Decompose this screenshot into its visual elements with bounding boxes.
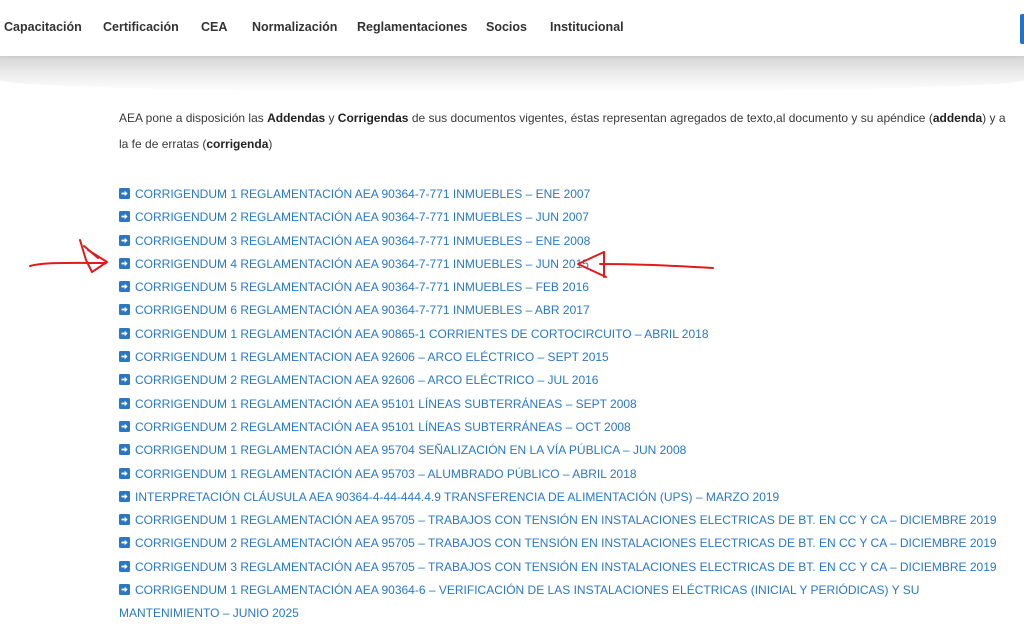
nav-item-normalizacion[interactable]: Normalización — [252, 20, 337, 34]
arrow-right-square-icon — [119, 281, 130, 293]
nav-item-socios[interactable]: Socios — [486, 20, 527, 34]
list-item-highlighted: CORRIGENDUM 4 REGLAMENTACIÓN AEA 90364-7… — [119, 253, 1009, 276]
arrow-right-square-icon — [119, 397, 130, 409]
document-link[interactable]: CORRIGENDUM 3 REGLAMENTACIÓN AEA 90364-7… — [135, 234, 590, 248]
document-link[interactable]: INTERPRETACIÓN CLÁUSULA AEA 90364-4-44-4… — [135, 490, 779, 504]
list-item: CORRIGENDUM 3 REGLAMENTACIÓN AEA 95705 –… — [119, 556, 1009, 579]
arrow-right-square-icon — [119, 351, 130, 363]
arrow-right-square-icon — [119, 234, 130, 246]
intro-paragraph: AEA pone a disposición las Addendas y Co… — [119, 105, 1009, 157]
list-item: CORRIGENDUM 2 REGLAMENTACIÓN AEA 90364-7… — [119, 206, 1009, 229]
arrow-right-square-icon — [119, 374, 130, 386]
nav-item-reglamentaciones[interactable]: Reglamentaciones — [357, 20, 467, 34]
list-item: CORRIGENDUM 1 REGLAMENTACIÓN AEA 90364-6… — [119, 579, 1009, 626]
nav-item-certificacion[interactable]: Certificación — [103, 20, 179, 34]
document-link[interactable]: CORRIGENDUM 6 REGLAMENTACIÓN AEA 90364-7… — [135, 303, 590, 317]
arrow-right-square-icon — [119, 211, 130, 223]
document-link[interactable]: CORRIGENDUM 2 REGLAMENTACION AEA 92606 –… — [135, 373, 598, 387]
intro-text-5: ) — [268, 137, 273, 151]
arrow-right-square-icon — [119, 444, 130, 456]
document-link[interactable]: CORRIGENDUM 1 REGLAMENTACIÓN AEA 90865-1… — [135, 327, 709, 341]
nav-item-capacitacion[interactable]: Capacitación — [4, 20, 82, 34]
document-link[interactable]: CORRIGENDUM 3 REGLAMENTACIÓN AEA 95705 –… — [135, 560, 997, 574]
document-link[interactable]: CORRIGENDUM 1 REGLAMENTACIÓN AEA 95703 –… — [135, 467, 637, 481]
nav-item-institucional[interactable]: Institucional — [550, 20, 624, 34]
intro-text-3: de sus documentos vigentes, éstas repres… — [408, 111, 933, 125]
list-item: CORRIGENDUM 2 REGLAMENTACION AEA 92606 –… — [119, 369, 1009, 392]
list-item: CORRIGENDUM 6 REGLAMENTACIÓN AEA 90364-7… — [119, 299, 1009, 322]
intro-bold-corrigenda: corrigenda — [206, 137, 269, 151]
arrow-right-square-icon — [119, 420, 130, 432]
intro-bold-corrigendas: Corrigendas — [337, 111, 409, 125]
list-item: CORRIGENDUM 1 REGLAMENTACIÓN AEA 95705 –… — [119, 509, 1009, 532]
list-item: CORRIGENDUM 5 REGLAMENTACIÓN AEA 90364-7… — [119, 276, 1009, 299]
list-item: CORRIGENDUM 2 REGLAMENTACIÓN AEA 95101 L… — [119, 416, 1009, 439]
intro-text-2: y — [325, 111, 338, 125]
document-link[interactable]: CORRIGENDUM 4 REGLAMENTACIÓN AEA 90364-7… — [135, 257, 589, 271]
arrow-right-square-icon — [119, 327, 130, 339]
arrow-right-square-icon — [119, 304, 130, 316]
list-item: CORRIGENDUM 1 REGLAMENTACIÓN AEA 90364-7… — [119, 183, 1009, 206]
header-shadow-band — [0, 56, 1024, 92]
arrow-right-square-icon — [119, 514, 130, 526]
list-item: CORRIGENDUM 1 REGLAMENTACIÓN AEA 95703 –… — [119, 463, 1009, 486]
list-item: CORRIGENDUM 1 REGLAMENTACIÓN AEA 90865-1… — [119, 323, 1009, 346]
red-hand-drawn-arrow-left — [29, 239, 108, 273]
arrow-right-square-icon — [119, 584, 130, 596]
intro-bold-addendas: Addendas — [267, 111, 326, 125]
list-item: CORRIGENDUM 1 REGLAMENTACIÓN AEA 95704 S… — [119, 439, 1009, 462]
list-item: CORRIGENDUM 1 REGLAMENTACIÓN AEA 95101 L… — [119, 393, 1009, 416]
document-link[interactable]: CORRIGENDUM 1 REGLAMENTACIÓN AEA 95101 L… — [135, 397, 637, 411]
arrow-right-square-icon — [119, 257, 130, 269]
document-list: CORRIGENDUM 1 REGLAMENTACIÓN AEA 90364-7… — [119, 183, 1009, 626]
nav-item-cea[interactable]: CEA — [201, 20, 227, 34]
document-link[interactable]: CORRIGENDUM 1 REGLAMENTACION AEA 92606 –… — [135, 350, 609, 364]
arrow-right-square-icon — [119, 188, 130, 199]
document-link[interactable]: CORRIGENDUM 5 REGLAMENTACIÓN AEA 90364-7… — [135, 280, 589, 294]
document-link[interactable]: CORRIGENDUM 2 REGLAMENTACIÓN AEA 95705 –… — [135, 536, 997, 550]
list-item: CORRIGENDUM 1 REGLAMENTACION AEA 92606 –… — [119, 346, 1009, 369]
document-link[interactable]: CORRIGENDUM 1 REGLAMENTACIÓN AEA 95704 S… — [135, 443, 686, 457]
list-item: CORRIGENDUM 2 REGLAMENTACIÓN AEA 95705 –… — [119, 532, 1009, 555]
document-link[interactable]: CORRIGENDUM 1 REGLAMENTACIÓN AEA 90364-6… — [119, 583, 919, 620]
arrow-right-square-icon — [119, 537, 130, 549]
top-navbar: Capacitación Certificación CEA Normaliza… — [0, 0, 1024, 56]
document-link[interactable]: CORRIGENDUM 2 REGLAMENTACIÓN AEA 90364-7… — [135, 210, 589, 224]
arrow-right-square-icon — [119, 560, 130, 572]
list-item: INTERPRETACIÓN CLÁUSULA AEA 90364-4-44-4… — [119, 486, 1009, 509]
intro-bold-addenda: addenda — [932, 111, 983, 125]
document-link[interactable]: CORRIGENDUM 1 REGLAMENTACIÓN AEA 90364-7… — [135, 187, 590, 201]
nav-right-button-edge[interactable] — [1020, 14, 1024, 44]
document-link[interactable]: CORRIGENDUM 1 REGLAMENTACIÓN AEA 95705 –… — [135, 513, 997, 527]
document-link[interactable]: CORRIGENDUM 2 REGLAMENTACIÓN AEA 95101 L… — [135, 420, 631, 434]
intro-text-1: AEA pone a disposición las — [119, 111, 268, 125]
arrow-right-square-icon — [119, 490, 130, 502]
main-content: AEA pone a disposición las Addendas y Co… — [119, 105, 1009, 620]
arrow-right-square-icon — [119, 467, 130, 479]
list-item: CORRIGENDUM 3 REGLAMENTACIÓN AEA 90364-7… — [119, 230, 1009, 253]
